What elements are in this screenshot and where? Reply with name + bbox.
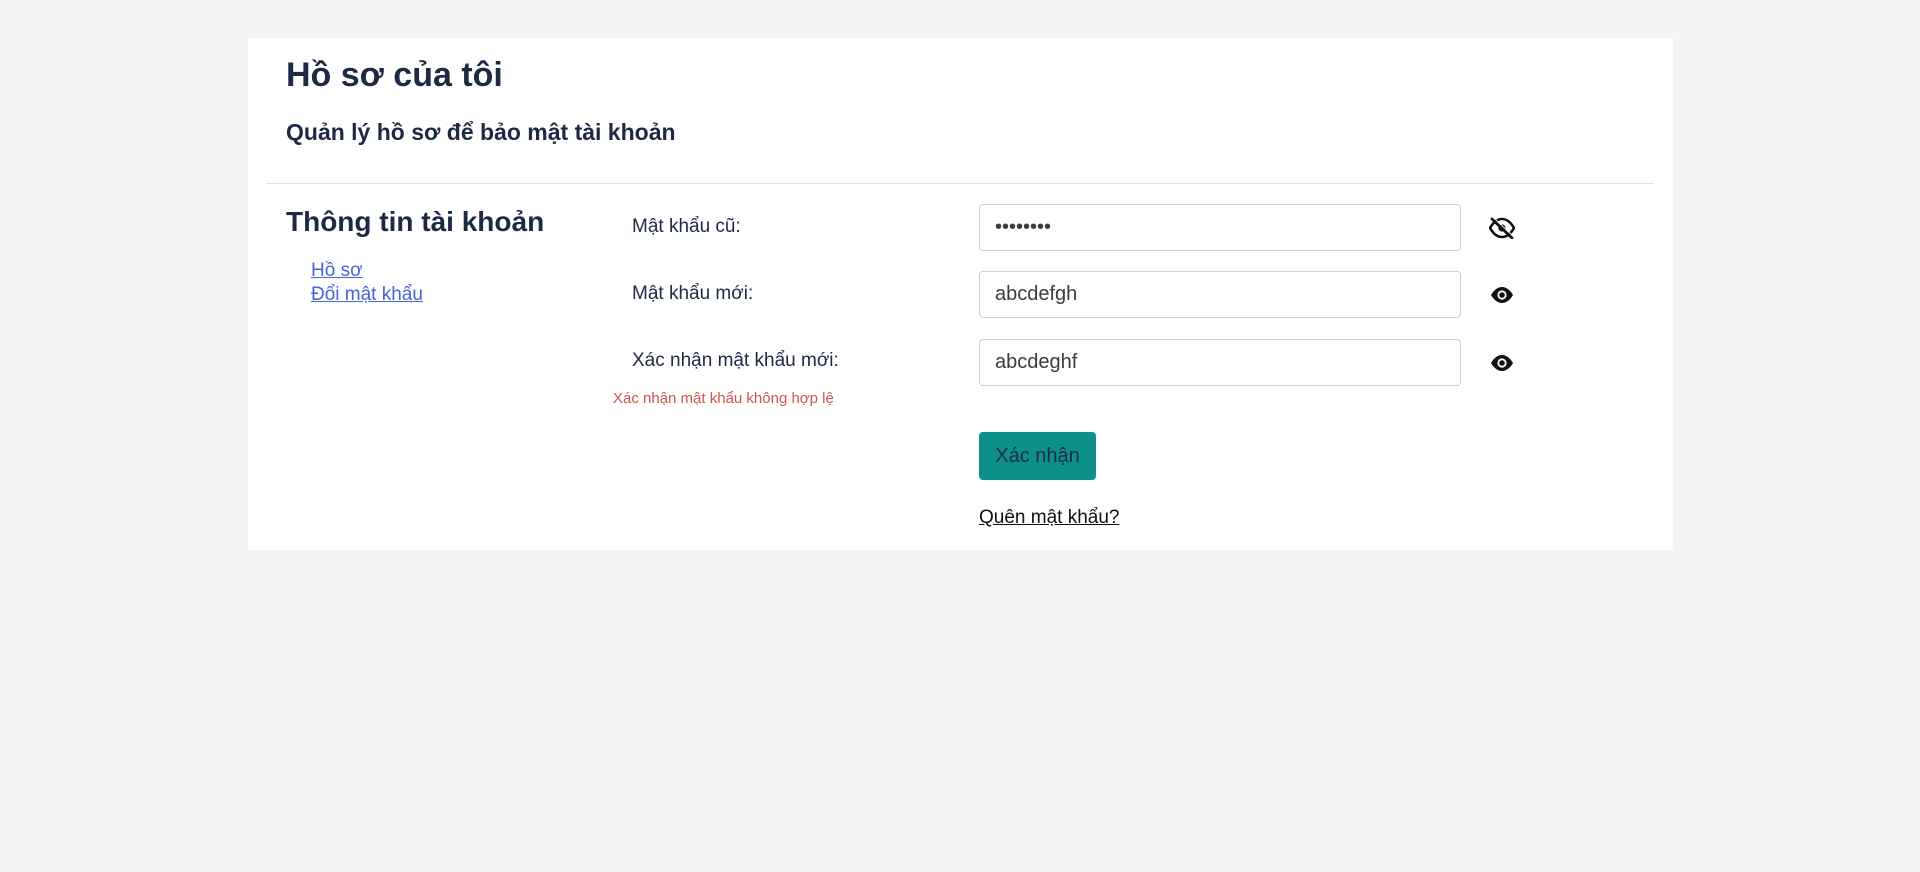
confirm-password-error: Xác nhận mật khẩu không hợp lệ <box>613 390 834 407</box>
sidebar-link-profile[interactable]: Hồ sơ <box>311 259 423 283</box>
sidebar-title: Thông tin tài khoản <box>286 206 545 237</box>
new-password-input[interactable] <box>979 271 1461 318</box>
profile-card: Hồ sơ của tôi Quản lý hồ sơ để bảo mật t… <box>248 38 1673 550</box>
old-password-label: Mật khẩu cũ: <box>632 216 741 237</box>
new-password-label: Mật khẩu mới: <box>632 283 754 304</box>
submit-button[interactable]: Xác nhận <box>979 432 1096 480</box>
confirm-password-label: Xác nhận mật khẩu mới: <box>632 350 839 371</box>
sidebar-nav: Hồ sơ Đổi mật khẩu <box>311 259 423 307</box>
page-title: Hồ sơ của tôi <box>286 56 503 94</box>
eye-slash-icon[interactable] <box>1488 216 1516 240</box>
old-password-input[interactable] <box>979 204 1461 251</box>
eye-icon[interactable] <box>1488 283 1516 307</box>
confirm-password-input[interactable] <box>979 339 1461 386</box>
page-subtitle: Quản lý hồ sơ để bảo mật tài khoản <box>286 119 676 145</box>
header-divider <box>266 183 1654 184</box>
forgot-password-link[interactable]: Quên mật khẩu? <box>979 506 1119 530</box>
sidebar-link-change-password[interactable]: Đổi mật khẩu <box>311 283 423 307</box>
eye-icon[interactable] <box>1488 351 1516 375</box>
